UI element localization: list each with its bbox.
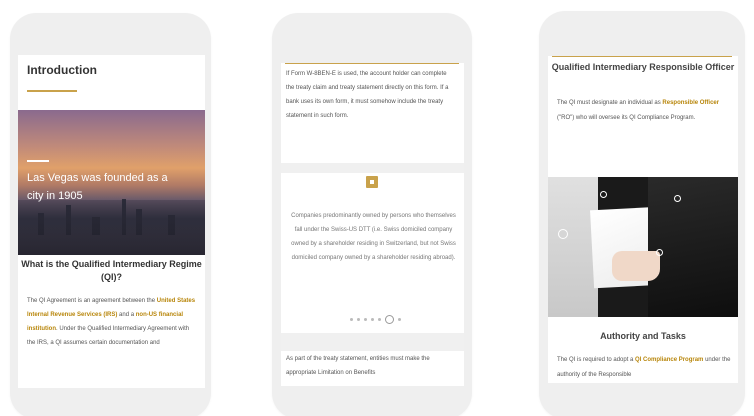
phone-screen: If Form W-8BEN-E is used, the account ho… bbox=[281, 63, 464, 386]
phone-mockup-responsible-officer: Qualified Intermediary Responsible Offic… bbox=[539, 11, 745, 416]
caption-rule bbox=[27, 160, 49, 162]
phone-mockup-treaty: If Form W-8BEN-E is used, the account ho… bbox=[272, 13, 472, 416]
page-title: Introduction bbox=[27, 63, 97, 77]
pager-dot[interactable] bbox=[356, 317, 360, 321]
phone-screen: Qualified Intermediary Responsible Offic… bbox=[548, 56, 738, 383]
pager-dot[interactable] bbox=[363, 317, 367, 321]
quote-icon bbox=[366, 176, 378, 188]
link-responsible-officer[interactable]: Responsible Officer bbox=[662, 100, 719, 106]
top-divider bbox=[552, 56, 732, 57]
officer-photo bbox=[548, 177, 738, 317]
city-lights bbox=[18, 200, 205, 255]
circle-icon bbox=[656, 249, 663, 256]
body-paragraph: As part of the treaty statement, entitie… bbox=[286, 356, 430, 376]
testimonial-quote: Companies predominantly owned by persons… bbox=[291, 213, 456, 261]
shirt bbox=[548, 177, 598, 317]
section-heading: Qualified Intermediary Responsible Offic… bbox=[551, 62, 735, 72]
body-paragraph: If Form W-8BEN-E is used, the account ho… bbox=[286, 71, 449, 119]
body-paragraph: The QI must designate an individual as R… bbox=[557, 96, 732, 126]
phone-mockup-introduction: Introduction Las Vegas was founded as a … bbox=[10, 13, 211, 416]
body-paragraph: The QI is required to adopt a QI Complia… bbox=[557, 353, 732, 383]
text: The QI must designate an individual as bbox=[557, 100, 663, 106]
suit-sleeve bbox=[648, 177, 738, 317]
title-underline bbox=[27, 90, 77, 92]
hand bbox=[612, 251, 660, 281]
las-vegas-photo: Las Vegas was founded as a city in 1905 bbox=[18, 110, 205, 255]
body-paragraph: The QI Agreement is an agreement between… bbox=[27, 294, 197, 350]
text: The QI is required to adopt a bbox=[557, 357, 636, 363]
section-band bbox=[281, 163, 464, 173]
text: ("RO") who will oversee its QI Complianc… bbox=[557, 115, 696, 121]
circle-icon bbox=[600, 191, 607, 198]
text: The QI Agreement is an agreement between… bbox=[27, 298, 157, 304]
top-divider bbox=[285, 63, 459, 64]
phone-screen: Introduction Las Vegas was founded as a … bbox=[18, 55, 205, 388]
pager-dot[interactable] bbox=[397, 317, 401, 321]
pager-dot[interactable] bbox=[349, 317, 353, 321]
stage: Introduction Las Vegas was founded as a … bbox=[0, 0, 754, 416]
text: and a bbox=[117, 312, 136, 318]
section-band bbox=[281, 333, 464, 351]
pager-dot[interactable] bbox=[377, 317, 381, 321]
section-heading: Authority and Tasks bbox=[600, 331, 686, 341]
photo-caption: Las Vegas was founded as a city in 1905 bbox=[27, 172, 168, 202]
carousel-pager bbox=[335, 312, 415, 326]
pager-dot[interactable] bbox=[370, 317, 374, 321]
circle-icon bbox=[674, 195, 681, 202]
pager-dot-active[interactable] bbox=[384, 314, 394, 324]
link-compliance-program[interactable]: QI Compliance Program bbox=[635, 357, 703, 363]
circle-icon bbox=[558, 229, 568, 239]
section-heading: What is the Qualified Intermediary Regim… bbox=[21, 259, 202, 282]
